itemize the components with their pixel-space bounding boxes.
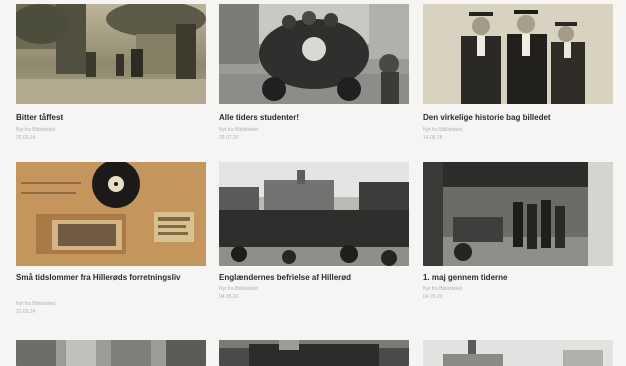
article-date: 25.09.24 [16,135,36,141]
article-photo[interactable] [423,4,613,104]
article-date: 04.05.20 [219,294,239,300]
article-source: Nyt fra Biblioteket [423,286,463,292]
article-source: Nyt fra Biblioteket [219,127,259,133]
article-title[interactable]: Den virkelige historie bag billedet [423,112,613,123]
article-title[interactable]: Englændernes befrielse af Hillerød [219,272,409,283]
article-title[interactable]: Små tidslommer fra Hillerøds forretnings… [16,272,206,283]
article-source: Nyt fra Biblioteket [16,127,56,133]
article-photo[interactable] [219,4,409,104]
article-photo[interactable] [16,4,206,104]
article-source: Nyt fra Biblioteket [423,127,463,133]
article-photo[interactable] [219,340,409,366]
article-photo[interactable] [423,340,613,366]
article-date: 22.05.24 [16,309,36,315]
article-grid: Bitter tåffest Nyt fra Biblioteket 25.09… [0,0,626,366]
article-photo[interactable] [16,340,206,366]
article-date: 14.08.18 [423,135,443,141]
article-source: Nyt fra Biblioteket [16,301,56,307]
article-date: 25.07.20 [219,135,239,141]
article-photo[interactable] [423,162,613,266]
article-photo[interactable] [219,162,409,266]
article-source: Nyt fra Biblioteket [219,286,259,292]
article-date: 04.05.20 [423,294,443,300]
article-title[interactable]: 1. maj gennem tiderne [423,272,613,283]
article-title[interactable]: Alle tiders studenter! [219,112,409,123]
article-photo[interactable] [16,162,206,266]
article-title[interactable]: Bitter tåffest [16,112,206,123]
